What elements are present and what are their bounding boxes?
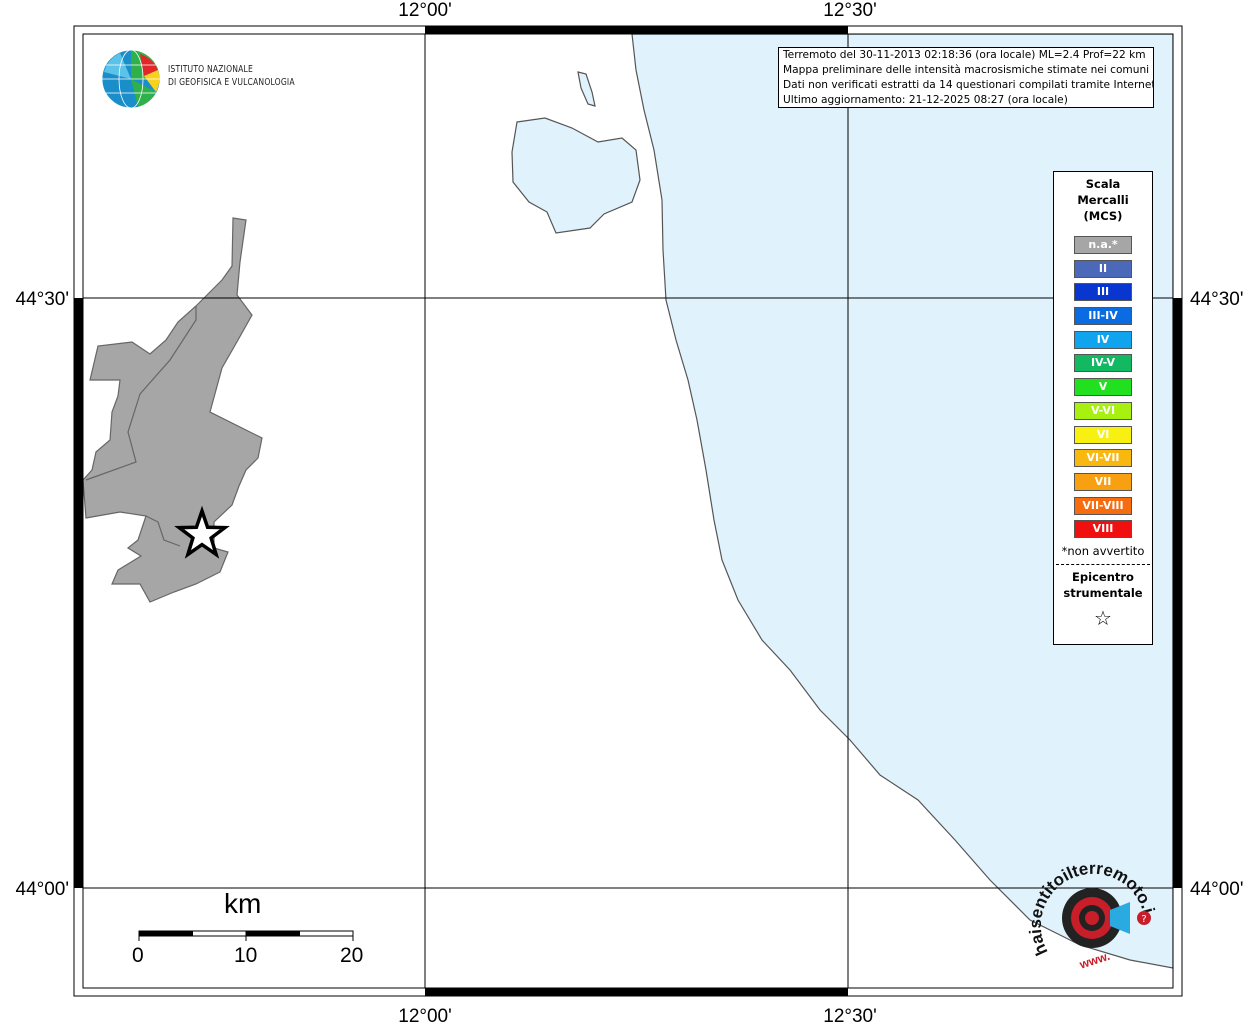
legend-epicenter-line-2: strumentale bbox=[1063, 585, 1143, 600]
legend-separator bbox=[1056, 563, 1150, 565]
legend-item-vi-vii: VI-VII bbox=[1074, 449, 1132, 468]
scale-label-0: 0 bbox=[132, 944, 144, 967]
legend-epicenter-title: Epicentro strumentale bbox=[1054, 569, 1152, 601]
legend-item-vi: VI bbox=[1074, 425, 1132, 444]
scale-label-20: 20 bbox=[340, 944, 364, 967]
event-info-line-1: Terremoto del 30-11-2013 02:18:36 (ora l… bbox=[783, 49, 1146, 61]
legend-item-v: V bbox=[1074, 378, 1132, 397]
question-icon: ? bbox=[1141, 914, 1146, 925]
lat-label-right-44-00: 44°00' bbox=[1190, 879, 1244, 900]
lon-label-top-12-30: 12°30' bbox=[823, 0, 877, 21]
lon-label-bottom-12-00: 12°00' bbox=[398, 1006, 452, 1024]
mcs-legend: Scala Mercalli (MCS) n.a.* II III III-IV… bbox=[1053, 171, 1153, 645]
lat-label-left-44-00: 44°00' bbox=[16, 879, 70, 900]
scale-label-10: 10 bbox=[234, 944, 258, 967]
ingv-logo-text: ISTITUTO NAZIONALE DI GEOFISICA E VULCAN… bbox=[168, 63, 295, 89]
legend-item-viii: VIII bbox=[1074, 520, 1132, 539]
legend-item-iv-v: IV-V bbox=[1074, 354, 1132, 373]
legend-title-1: Scala bbox=[1085, 177, 1121, 191]
lon-label-top-12-00: 12°00' bbox=[398, 0, 452, 21]
legend-item-iv: IV bbox=[1074, 330, 1132, 349]
legend-items: n.a.* II III III-IV IV IV-V V V-VI VI VI… bbox=[1054, 236, 1152, 539]
event-info-line-4: Ultimo aggiornamento: 21-12-2025 08:27 (… bbox=[783, 94, 1068, 106]
legend-title-3: (MCS) bbox=[1083, 209, 1123, 223]
ingv-logo: ISTITUTO NAZIONALE DI GEOFISICA E VULCAN… bbox=[100, 48, 320, 110]
legend-item-iii: III bbox=[1074, 283, 1132, 302]
legend-item-na: n.a.* bbox=[1074, 236, 1132, 254]
legend-title-2: Mercalli bbox=[1077, 193, 1129, 207]
legend-item-vii: VII bbox=[1074, 472, 1132, 491]
ingv-globe-icon bbox=[101, 49, 161, 109]
event-info-line-3: Dati non verificati estratti da 14 quest… bbox=[783, 79, 1154, 91]
legend-epicenter-line-1: Epicentro bbox=[1072, 569, 1134, 584]
event-info-box: Terremoto del 30-11-2013 02:18:36 (ora l… bbox=[778, 47, 1154, 108]
legend-item-v-vi: V-VI bbox=[1074, 401, 1132, 420]
legend-item-ii: II bbox=[1074, 259, 1132, 278]
brand-prefix: www. bbox=[1077, 949, 1112, 972]
legend-item-vii-viii: VII-VIII bbox=[1074, 496, 1132, 515]
logo-line-1: ISTITUTO NAZIONALE bbox=[168, 64, 253, 75]
logo-line-2: DI GEOFISICA E VULCANOLOGIA bbox=[168, 77, 295, 88]
haisentito-logo: haisentitoilterremoto.it www. ? bbox=[1026, 860, 1158, 972]
legend-note: *non avvertito bbox=[1061, 543, 1145, 558]
lat-label-left-44-30: 44°30' bbox=[16, 289, 70, 310]
legend-item-iii-iv: III-IV bbox=[1074, 307, 1132, 326]
lon-label-bottom-12-30: 12°30' bbox=[823, 1006, 877, 1024]
event-info-line-2: Mappa preliminare delle intensità macros… bbox=[783, 64, 1150, 76]
lat-label-right-44-30: 44°30' bbox=[1190, 289, 1244, 310]
star-icon: ☆ bbox=[1094, 605, 1112, 630]
scale-unit: km bbox=[224, 888, 262, 919]
legend-title: Scala Mercalli (MCS) bbox=[1054, 176, 1152, 224]
